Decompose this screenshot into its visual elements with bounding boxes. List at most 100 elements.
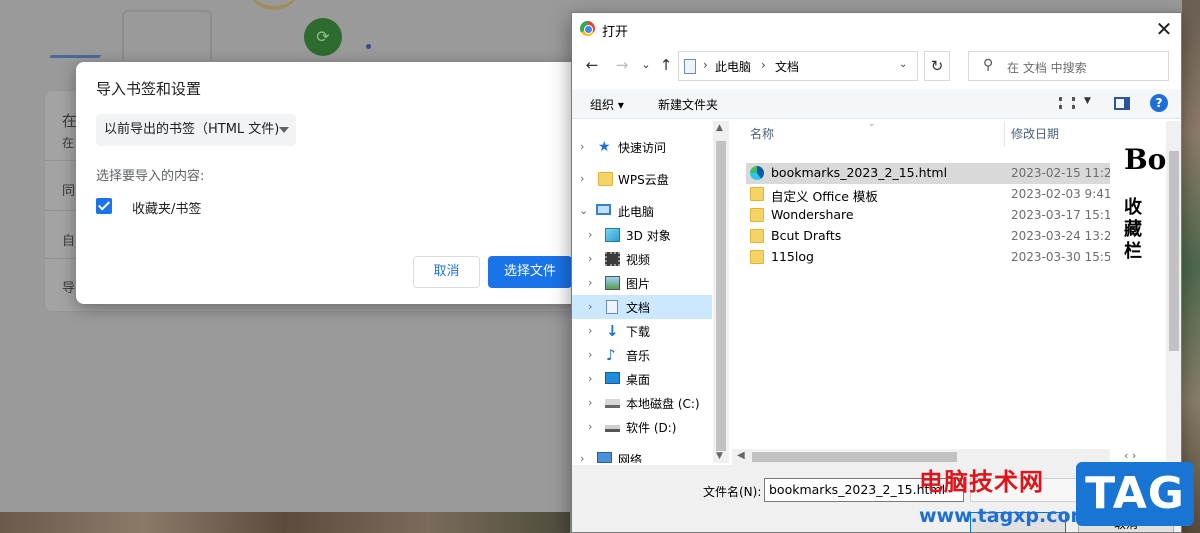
settings-row-import[interactable]: 导 — [62, 277, 75, 296]
preview-pane-icon[interactable] — [1114, 97, 1130, 110]
new-folder-button[interactable]: 新建文件夹 — [658, 96, 718, 113]
nav-item-documents[interactable]: › 文档 — [572, 295, 712, 319]
refresh-icon[interactable]: ↻ — [924, 51, 950, 81]
nav-item-wps-cloud[interactable]: › WPS云盘 — [572, 167, 712, 191]
bookmarks-checkbox[interactable] — [96, 198, 112, 214]
preview-scroll-arrows-icon[interactable]: ‹ › — [1124, 449, 1136, 462]
star-icon: ★ — [598, 139, 611, 155]
command-toolbar: 组织 ▾ 新建文件夹 ▼ ? — [572, 89, 1181, 119]
nav-item-label: 下载 — [626, 325, 651, 339]
chevron-right-icon[interactable]: › — [588, 372, 592, 385]
nav-item-3d-objects[interactable]: › 3D 对象 — [572, 223, 712, 247]
breadcrumb-this-pc[interactable]: 此电脑 — [715, 58, 751, 75]
nav-item-drive-c[interactable]: › 本地磁盘 (C:) — [572, 391, 712, 415]
scroll-left-arrow-icon[interactable]: ◀ — [737, 450, 745, 461]
desktop-icon — [605, 372, 620, 384]
file-row[interactable]: 115log 2023-03-30 15:55 — [746, 247, 1110, 268]
nav-item-downloads[interactable]: › ↓ 下载 — [572, 319, 712, 343]
chevron-right-icon[interactable]: › — [588, 420, 592, 433]
breadcrumb-documents[interactable]: 文档 — [775, 58, 799, 75]
help-icon[interactable]: ? — [1150, 94, 1168, 112]
nav-item-quick-access[interactable]: › ★ 快速访问 — [572, 135, 712, 159]
choose-file-button[interactable]: 选择文件 — [488, 256, 572, 288]
preview-scrollbar[interactable] — [1166, 121, 1181, 463]
settings-heading: 在 — [62, 112, 78, 130]
chevron-right-icon[interactable]: › — [588, 276, 592, 289]
view-options-icon[interactable] — [1059, 97, 1075, 109]
breadcrumb-separator: › — [703, 58, 708, 72]
chevron-right-icon[interactable]: › — [588, 228, 592, 241]
import-bookmarks-dialog: 导入书签和设置 以前导出的书签（HTML 文件) 选择要导入的内容: 收藏夹/书… — [76, 62, 586, 304]
scroll-down-arrow-icon[interactable]: ▼ — [716, 451, 723, 461]
file-name: Wondershare — [771, 207, 854, 222]
folder-icon — [598, 172, 613, 186]
chevron-right-icon[interactable]: › — [580, 140, 584, 153]
nav-item-network[interactable]: › 网络 — [572, 447, 712, 463]
file-name: bookmarks_2023_2_15.html — [771, 165, 948, 180]
document-icon — [606, 300, 618, 314]
download-icon: ↓ — [606, 322, 619, 340]
file-row[interactable]: bookmarks_2023_2_15.html 2023-02-15 11:2… — [746, 163, 1110, 184]
chevron-right-icon[interactable]: › — [580, 452, 584, 463]
scrollbar-thumb[interactable] — [1169, 151, 1179, 351]
up-arrow-icon[interactable]: ↑ — [656, 54, 676, 76]
folder-icon — [750, 187, 764, 201]
sync-icon: ⟳ — [304, 18, 342, 56]
settings-row-sync[interactable]: 同 — [62, 180, 75, 199]
caret-down-icon — [279, 127, 289, 133]
settings-row-auto[interactable]: 自 — [62, 230, 75, 249]
chevron-right-icon[interactable]: › — [588, 348, 592, 361]
forward-arrow-icon[interactable]: → — [612, 54, 632, 76]
nav-item-drive-d[interactable]: › 软件 (D:) — [572, 415, 712, 439]
scrollbar-thumb[interactable] — [752, 452, 957, 462]
cube-icon — [605, 228, 620, 242]
import-source-select[interactable]: 以前导出的书签（HTML 文件) — [96, 114, 296, 146]
nav-item-label: 3D 对象 — [626, 229, 671, 243]
scroll-up-arrow-icon[interactable]: ▲ — [716, 123, 723, 133]
nav-item-label: 软件 (D:) — [626, 421, 677, 435]
nav-item-this-pc[interactable]: ⌄ 此电脑 — [572, 199, 712, 223]
nav-pane-scrollbar[interactable]: ▲ ▼ — [713, 121, 729, 463]
nav-item-label: 本地磁盘 (C:) — [626, 397, 700, 411]
organize-menu[interactable]: 组织 ▾ — [590, 96, 624, 113]
edge-html-file-icon — [750, 166, 764, 180]
search-icon: ⚲ — [983, 57, 994, 73]
nav-item-label: 视频 — [626, 253, 651, 267]
nav-item-desktop[interactable]: › 桌面 — [572, 367, 712, 391]
cancel-button[interactable]: 取消 — [413, 256, 480, 288]
file-row[interactable]: 自定义 Office 模板 2023-02-03 9:41 — [746, 184, 1110, 205]
chevron-right-icon[interactable]: › — [588, 324, 592, 337]
bookmarks-checkbox-label[interactable]: 收藏夹/书签 — [132, 198, 201, 217]
chevron-down-icon[interactable]: ⌄ — [579, 204, 588, 217]
file-date: 2023-02-03 9:41 — [1011, 187, 1110, 201]
nav-item-pictures[interactable]: › 图片 — [572, 271, 712, 295]
nav-item-videos[interactable]: › 视频 — [572, 247, 712, 271]
chevron-down-icon[interactable]: ⌄ — [899, 59, 907, 70]
nav-item-label: 快速访问 — [618, 141, 667, 155]
nav-item-label: 网络 — [618, 453, 643, 463]
search-box[interactable]: ⚲ 在 文档 中搜索 — [968, 51, 1169, 81]
file-date: 2023-03-17 15:18 — [1011, 208, 1110, 222]
navigation-pane: › ★ 快速访问 › WPS云盘 ⌄ 此电脑 › 3D 对象 › 视频 › 图片 — [572, 121, 712, 463]
back-arrow-icon[interactable]: ← — [582, 54, 602, 76]
close-icon[interactable]: ✕ — [1152, 17, 1176, 41]
nav-item-label: 音乐 — [626, 349, 651, 363]
drive-icon — [605, 399, 620, 408]
recent-locations-icon[interactable]: ⌄ — [636, 54, 656, 76]
folder-icon — [750, 208, 764, 222]
chevron-right-icon[interactable]: › — [580, 172, 584, 185]
file-row[interactable]: Bcut Drafts 2023-03-24 13:28 — [746, 226, 1110, 247]
column-divider[interactable] — [1004, 121, 1005, 147]
address-bar[interactable]: › 此电脑 › 文档 ⌄ — [678, 51, 918, 81]
column-header-modified[interactable]: 修改日期 — [1011, 125, 1059, 142]
scrollbar-thumb[interactable] — [716, 141, 726, 451]
pc-icon — [596, 204, 611, 215]
chevron-right-icon[interactable]: › — [588, 252, 592, 265]
file-row[interactable]: Wondershare 2023-03-17 15:18 — [746, 205, 1110, 226]
chevron-right-icon[interactable]: › — [588, 396, 592, 409]
column-header-name[interactable]: 名称 — [750, 125, 774, 142]
chevron-down-icon[interactable]: ▼ — [1084, 96, 1091, 106]
nav-item-music[interactable]: › ♪ 音乐 — [572, 343, 712, 367]
video-icon — [605, 252, 620, 266]
chevron-right-icon[interactable]: › — [588, 300, 592, 313]
